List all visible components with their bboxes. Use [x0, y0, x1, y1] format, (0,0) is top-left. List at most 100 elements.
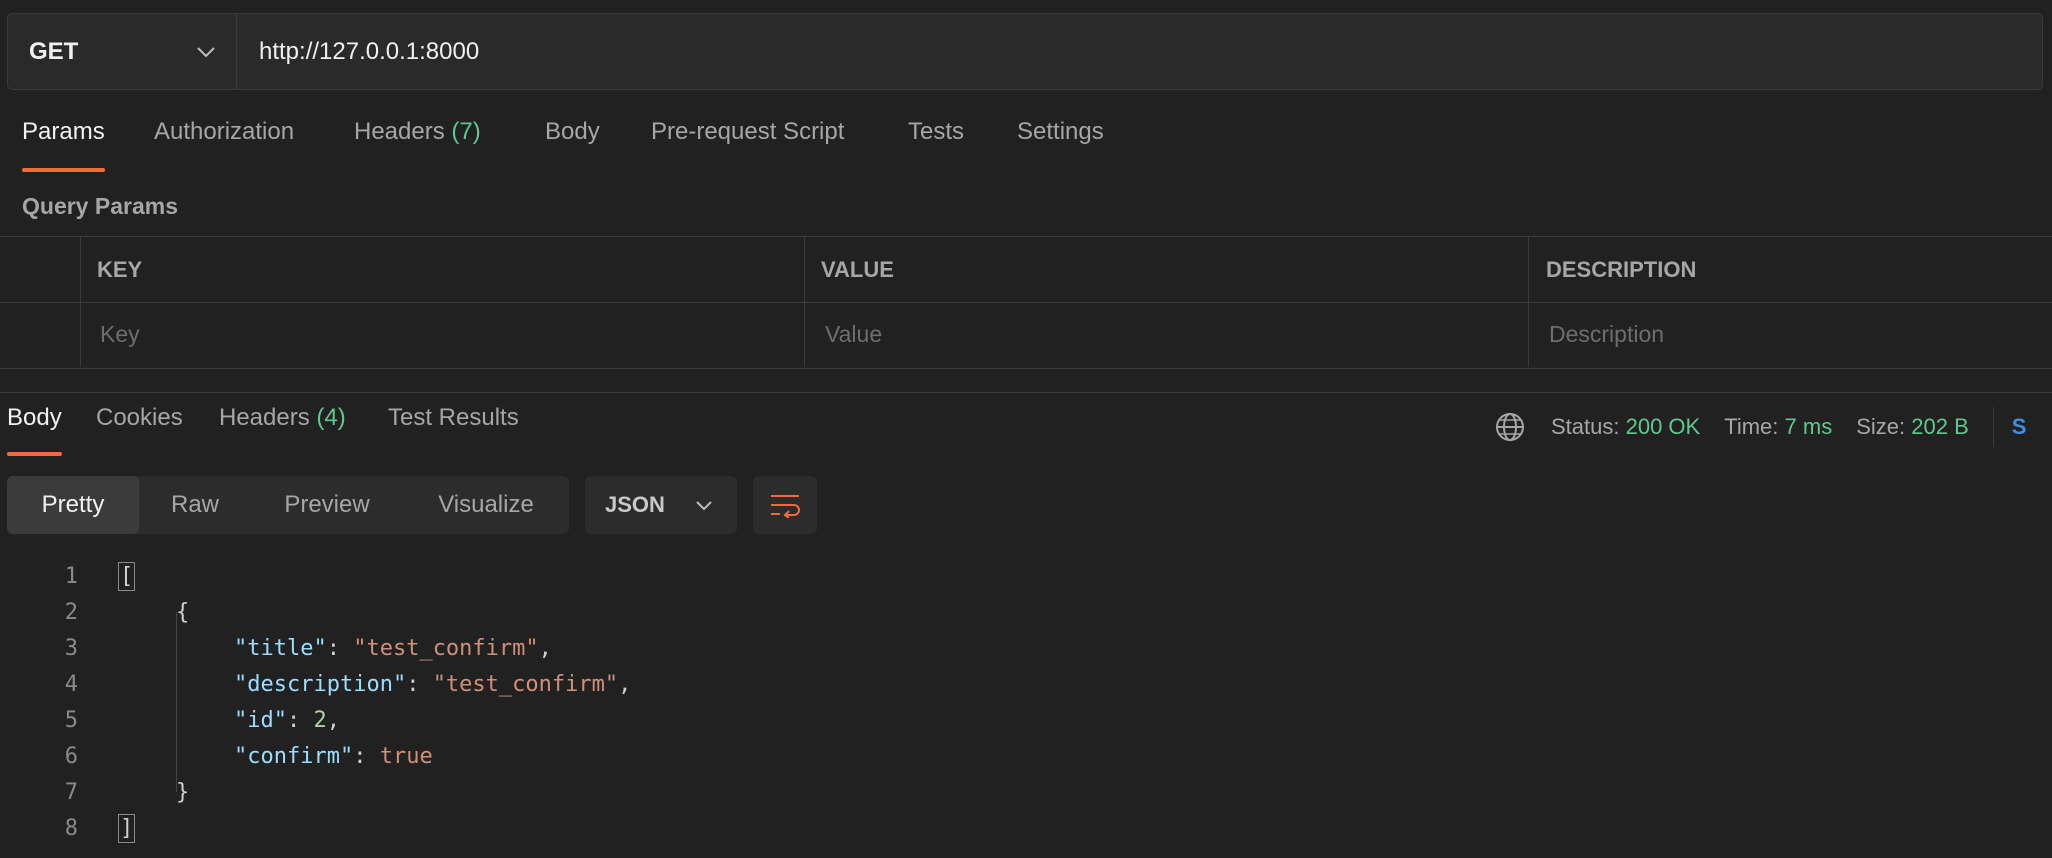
save-response-link[interactable]: S — [2012, 414, 2027, 440]
active-tab-indicator — [22, 168, 105, 172]
tab-headers-label: Headers — [354, 118, 445, 145]
json-open-brace: { — [176, 599, 190, 625]
tab-tests[interactable]: Tests — [908, 118, 964, 172]
time-value[interactable]: 7 ms — [1785, 414, 1833, 440]
response-tab-headers[interactable]: Headers (4) — [219, 404, 346, 458]
line-number: 6 — [64, 743, 78, 769]
json-key: "description" — [234, 671, 407, 697]
json-field: "title": "test_confirm", — [234, 635, 552, 661]
json-comma: , — [618, 671, 632, 697]
response-tab-cookies[interactable]: Cookies — [96, 404, 183, 458]
response-tab-body-label: Body — [7, 404, 62, 431]
json-field: "id": 2, — [234, 707, 340, 733]
json-field: "confirm": true — [234, 743, 433, 769]
line-number: 5 — [64, 707, 78, 733]
json-field: "description": "test_confirm", — [234, 671, 632, 697]
description-cell — [1528, 302, 2052, 367]
view-mode-visualize[interactable]: Visualize — [403, 476, 569, 534]
request-tabs: Params Authorization Headers (7) Body Pr… — [0, 118, 2052, 174]
code-line: 4 "description": "test_confirm", — [0, 666, 2052, 702]
response-tab-test-results-label: Test Results — [388, 404, 519, 431]
table-row — [0, 302, 2052, 367]
active-tab-indicator — [7, 452, 62, 456]
json-key: "title" — [234, 635, 327, 661]
response-status-bar: Status: 200 OK Time: 7 ms Size: 202 B S — [1494, 404, 2052, 450]
method-label: GET — [29, 37, 79, 65]
tab-pre-request-script-label: Pre-request Script — [651, 118, 845, 145]
view-mode-preview[interactable]: Preview — [251, 476, 403, 534]
column-header-value: VALUE — [804, 237, 1528, 302]
response-tab-headers-label: Headers — [219, 404, 310, 431]
code-line: 2 { — [0, 594, 2052, 630]
format-select[interactable]: JSON — [585, 476, 737, 534]
json-value: true — [379, 743, 433, 769]
globe-icon[interactable] — [1494, 411, 1526, 443]
view-mode-pretty[interactable]: Pretty — [7, 476, 139, 534]
value-input[interactable] — [823, 320, 1528, 349]
response-tab-cookies-label: Cookies — [96, 404, 183, 431]
tab-pre-request-script[interactable]: Pre-request Script — [651, 118, 844, 172]
tab-headers[interactable]: Headers (7) — [354, 118, 481, 172]
key-cell — [80, 302, 804, 367]
json-close-brace: } — [176, 779, 190, 805]
column-header-key: KEY — [80, 237, 804, 302]
response-tab-body[interactable]: Body — [7, 404, 62, 458]
size-label: Size: — [1856, 414, 1906, 439]
json-value: "test_confirm" — [432, 671, 619, 697]
line-number: 2 — [64, 599, 78, 625]
response-tab-headers-count: (4) — [316, 404, 346, 431]
row-checkbox-cell — [0, 302, 80, 367]
response-tabs: Body Cookies Headers (4) Test Results — [0, 404, 1500, 460]
table-header-row: KEY VALUE DESCRIPTION — [0, 237, 2052, 303]
status-value[interactable]: 200 OK — [1626, 414, 1701, 440]
request-bar: GET — [7, 13, 2043, 90]
status-label: Status: — [1551, 414, 1620, 439]
line-number: 8 — [64, 815, 78, 841]
code-line: 1 [ — [0, 558, 2052, 594]
key-input[interactable] — [98, 320, 804, 349]
query-params-table: KEY VALUE DESCRIPTION — [0, 236, 2052, 369]
json-comma: , — [538, 635, 552, 661]
code-line: 8 ] — [0, 810, 2052, 846]
view-mode-raw[interactable]: Raw — [139, 476, 251, 534]
checkbox-column-header — [0, 237, 80, 302]
json-open-bracket: [ — [117, 561, 136, 591]
code-line: 6 "confirm": true — [0, 738, 2052, 774]
size-value[interactable]: 202 B — [1911, 414, 1969, 440]
chevron-down-icon — [197, 46, 215, 57]
line-number: 4 — [64, 671, 78, 697]
line-number: 1 — [64, 563, 78, 589]
response-tab-test-results[interactable]: Test Results — [388, 404, 519, 458]
tab-body[interactable]: Body — [545, 118, 600, 172]
tab-authorization-label: Authorization — [154, 118, 295, 145]
json-key: "confirm" — [234, 743, 354, 769]
wrap-lines-button[interactable] — [753, 476, 817, 534]
tab-settings[interactable]: Settings — [1017, 118, 1104, 172]
tab-body-label: Body — [545, 118, 600, 145]
line-number: 3 — [64, 635, 78, 661]
view-mode-switcher: Pretty Raw Preview Visualize — [7, 476, 569, 534]
tab-params[interactable]: Params — [22, 118, 105, 172]
code-line: 3 "title": "test_confirm", — [0, 630, 2052, 666]
wrap-lines-icon — [771, 495, 800, 518]
json-close-bracket: ] — [117, 813, 136, 843]
json-value: 2 — [313, 707, 327, 733]
query-params-title: Query Params — [22, 193, 178, 219]
json-value: "test_confirm" — [353, 635, 539, 661]
description-input[interactable] — [1547, 320, 2052, 349]
tab-tests-label: Tests — [908, 118, 965, 145]
tab-settings-label: Settings — [1017, 118, 1104, 145]
method-select[interactable]: GET — [8, 14, 237, 89]
status-separator — [1992, 407, 1994, 447]
url-input[interactable] — [237, 14, 2042, 89]
line-number: 7 — [64, 779, 78, 805]
time-label: Time: — [1724, 414, 1779, 439]
json-comma: , — [326, 707, 340, 733]
tab-authorization[interactable]: Authorization — [154, 118, 294, 172]
column-header-description: DESCRIPTION — [1528, 237, 2052, 302]
json-key: "id" — [234, 707, 287, 733]
format-label: JSON — [605, 492, 665, 517]
pane-divider[interactable] — [0, 392, 2052, 393]
tab-headers-count: (7) — [451, 118, 481, 145]
value-cell — [804, 302, 1528, 367]
